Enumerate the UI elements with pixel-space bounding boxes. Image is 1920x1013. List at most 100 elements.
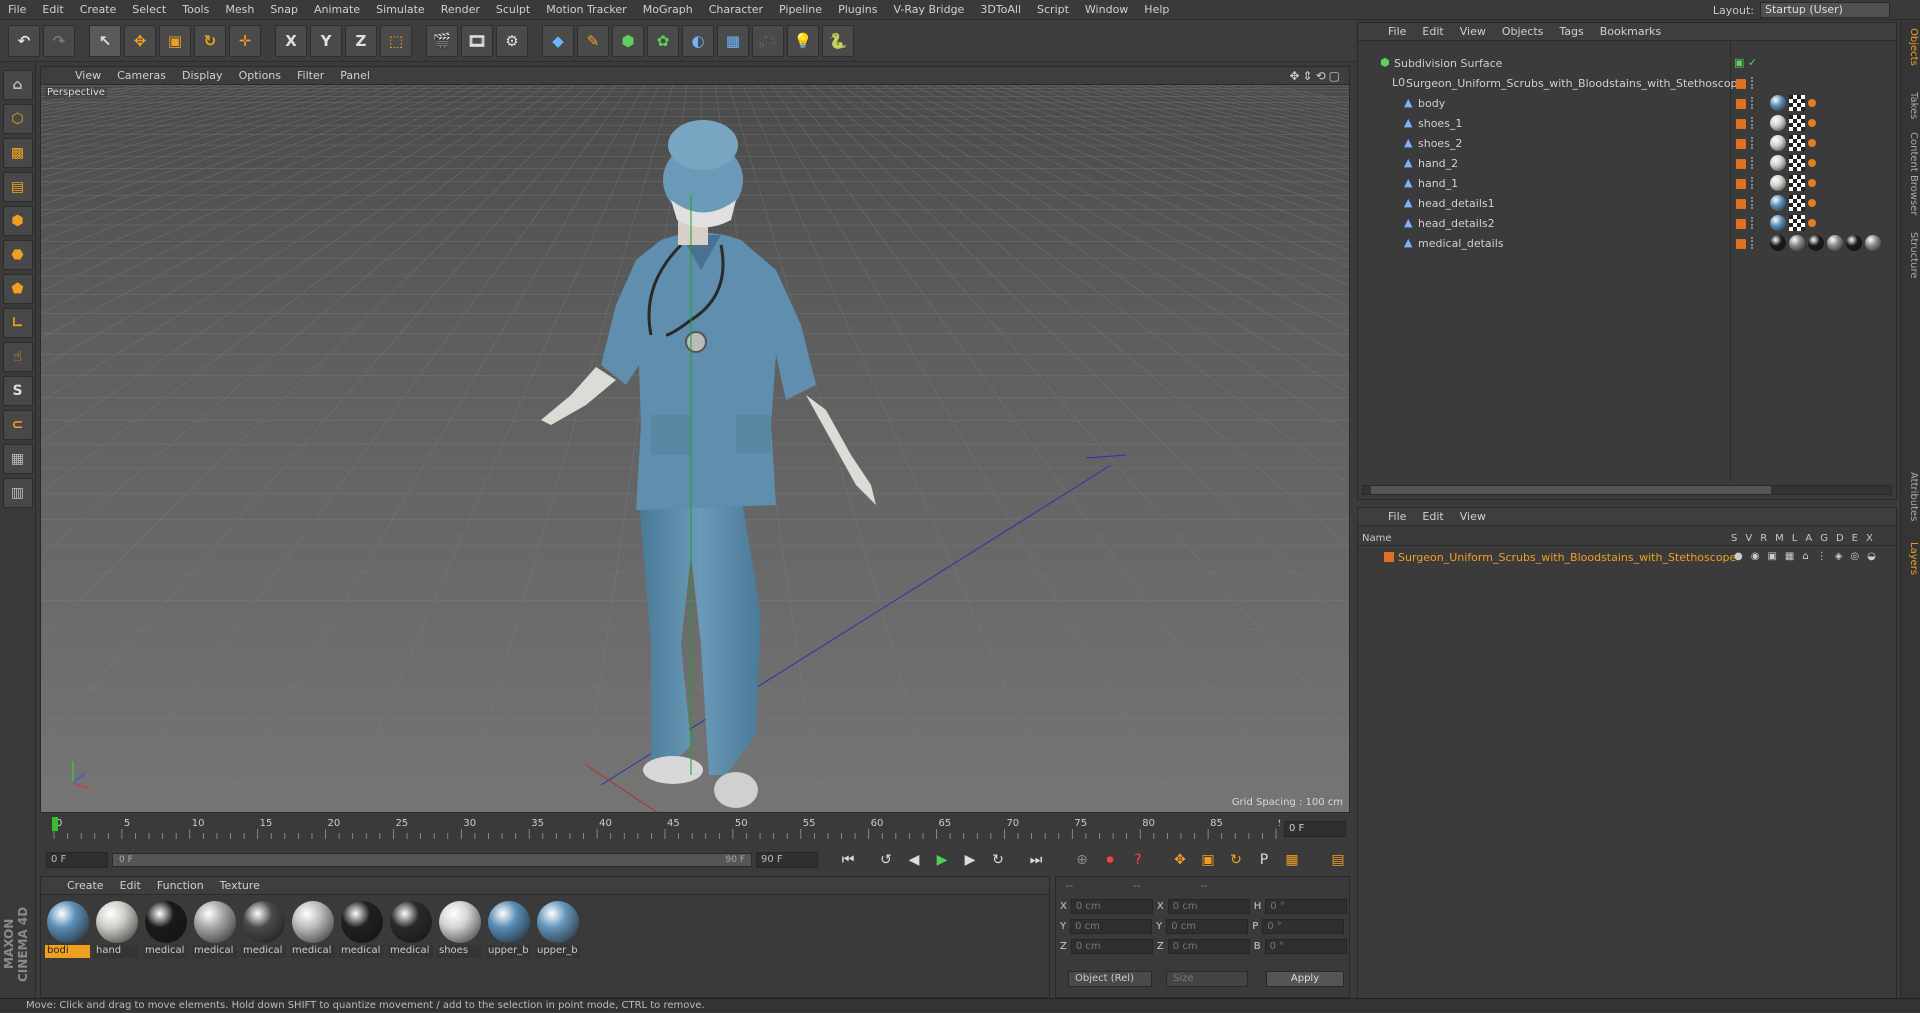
right-tab-content-browser[interactable]: Content Browser (1903, 132, 1919, 215)
motion-record-icon[interactable]: ⊕ (1070, 850, 1094, 870)
material-menu-texture[interactable]: Texture (212, 879, 268, 892)
polygon-mode-icon[interactable]: ⬟ (2, 274, 33, 304)
visibility-dots-icon[interactable] (1751, 117, 1755, 129)
object-name[interactable]: medical_details (1418, 237, 1504, 250)
viewport-menu-filter[interactable]: Filter (289, 69, 332, 82)
uvw-tag-icon[interactable] (1789, 115, 1805, 131)
menu-script[interactable]: Script (1029, 0, 1077, 20)
uvw-tag-icon[interactable] (1789, 135, 1805, 151)
material-tag-icon[interactable] (1808, 235, 1824, 251)
menu-plugins[interactable]: Plugins (830, 0, 885, 20)
viewport-menu-cameras[interactable]: Cameras (109, 69, 174, 82)
scale-tool-icon[interactable]: ▣ (159, 24, 191, 57)
object-menu-file[interactable]: File (1380, 25, 1414, 38)
object-menu-tags[interactable]: Tags (1551, 25, 1591, 38)
grid-lock-icon[interactable]: ▦ (2, 444, 33, 474)
viewport-navigation-icons[interactable]: ✥⇕⟲▢ (1289, 69, 1343, 83)
visibility-dots-icon[interactable] (1751, 237, 1755, 249)
y-axis-icon[interactable]: Y (310, 24, 342, 57)
animation-icon[interactable]: ⋮ (1817, 551, 1827, 562)
layer-toggle-icons[interactable]: ● ◉ ▣ ▦ ⌂ ⋮ ◈ ◎ ◒ (1734, 551, 1876, 562)
timeline-window-icon[interactable]: ▤ (1326, 850, 1350, 870)
object-name[interactable]: Subdivision Surface (1394, 57, 1502, 70)
menu-tools[interactable]: Tools (174, 0, 217, 20)
subdivision-icon[interactable]: ⬢ (612, 24, 644, 57)
key-parameter-icon[interactable]: P (1252, 850, 1276, 870)
object-tags[interactable] (1770, 135, 1816, 151)
material-menu-edit[interactable]: Edit (112, 879, 149, 892)
visibility-dots-icon[interactable] (1751, 97, 1755, 109)
locked-icon[interactable]: ⌂ (1802, 551, 1808, 562)
object-row[interactable]: L0 Surgeon_Uniform_Scrubs_with_Bloodstain… (1358, 73, 1898, 93)
record-active-icon[interactable]: ⏺ (1098, 850, 1122, 870)
uvw-tag-icon[interactable] (1789, 195, 1805, 211)
menu-3dtoall[interactable]: 3DToAll (972, 0, 1029, 20)
menu-create[interactable]: Create (72, 0, 125, 20)
visibility-dots-icon[interactable] (1751, 197, 1755, 209)
material-swatch[interactable]: upper_b (486, 901, 531, 958)
layer-column-g[interactable]: G (1820, 533, 1828, 544)
phong-tag-icon[interactable] (1808, 219, 1816, 227)
axis-mode-icon[interactable]: ∟ (2, 308, 33, 338)
material-tag-icon[interactable] (1770, 215, 1786, 231)
texture-mode-icon[interactable]: ▩ (2, 138, 33, 168)
object-name[interactable]: Surgeon_Uniform_Scrubs_with_Bloodstains_… (1406, 77, 1744, 90)
apply-button[interactable]: Apply (1266, 971, 1344, 987)
phong-tag-icon[interactable] (1808, 159, 1816, 167)
key-scale-icon[interactable]: ▣ (1196, 850, 1220, 870)
x-axis-icon[interactable]: X (275, 24, 307, 57)
layer-name[interactable]: Surgeon_Uniform_Scrubs_with_Bloodstains_… (1398, 551, 1736, 564)
coordinate-field[interactable]: 0 cm (1166, 919, 1249, 934)
layer-column-s[interactable]: S (1731, 533, 1737, 544)
uvw-tag-icon[interactable] (1789, 215, 1805, 231)
timeline-ruler[interactable]: 051015202530354045505560657075808590 (50, 815, 1280, 839)
object-name[interactable]: body (1418, 97, 1445, 110)
object-tags[interactable] (1770, 195, 1816, 211)
viewport-menu-display[interactable]: Display (174, 69, 231, 82)
menu-file[interactable]: File (0, 0, 34, 20)
right-tab-attributes[interactable]: Attributes (1903, 472, 1919, 521)
object-tags[interactable] (1770, 215, 1816, 231)
object-tags[interactable] (1770, 235, 1881, 251)
go-to-end-icon[interactable]: ⏭ (1024, 850, 1048, 870)
layer-column-m[interactable]: M (1775, 533, 1784, 544)
key-rotation-icon[interactable]: ↻ (1224, 850, 1248, 870)
make-editable-icon[interactable]: ⌂ (2, 70, 33, 100)
coordinate-field[interactable]: 0 cm (1167, 939, 1250, 954)
right-tab-objects[interactable]: Objects (1903, 28, 1919, 66)
object-row[interactable]: ▲ shoes_1 (1358, 113, 1898, 133)
camera-icon[interactable]: 🎥 (752, 24, 784, 57)
pen-icon[interactable]: ✎ (577, 24, 609, 57)
viewport-canvas[interactable] (41, 85, 1350, 813)
object-row[interactable]: ⬢ Subdivision Surface ▣ ✓ (1358, 53, 1898, 73)
layer-column-d[interactable]: D (1836, 533, 1844, 544)
phong-tag-icon[interactable] (1808, 199, 1816, 207)
snap-icon[interactable]: S (2, 376, 33, 406)
menu-simulate[interactable]: Simulate (368, 0, 433, 20)
end-frame-field[interactable]: 90 F (756, 852, 818, 868)
workplane-lock-icon[interactable]: ▥ (2, 478, 33, 508)
render-icon[interactable]: ▣ (1767, 551, 1776, 562)
material-swatch[interactable]: medical (192, 901, 237, 958)
key-position-icon[interactable]: ✥ (1168, 850, 1192, 870)
material-swatch[interactable]: bodi (45, 901, 90, 958)
phong-tag-icon[interactable] (1808, 179, 1816, 187)
coordinate-field[interactable]: 0 ° (1264, 939, 1347, 954)
layer-column-r[interactable]: R (1760, 533, 1767, 544)
deformers-icon[interactable]: ◎ (1850, 551, 1859, 562)
menu-pipeline[interactable]: Pipeline (771, 0, 830, 20)
layer-column-v[interactable]: V (1745, 533, 1752, 544)
layout-select[interactable]: Startup (User) (1760, 2, 1890, 18)
object-row[interactable]: ▲ medical_details (1358, 233, 1898, 253)
object-name[interactable]: hand_2 (1418, 157, 1458, 170)
material-swatch[interactable]: medical (339, 901, 384, 958)
material-swatch[interactable]: medical (290, 901, 335, 958)
visibility-dots-icon[interactable] (1751, 137, 1755, 149)
solo-icon[interactable]: ● (1734, 551, 1743, 562)
uvw-tag-icon[interactable] (1789, 155, 1805, 171)
layer-column-x[interactable]: X (1866, 533, 1873, 544)
material-tag-icon[interactable] (1770, 115, 1786, 131)
previous-key-icon[interactable]: ↺ (874, 850, 898, 870)
tweak-mode-icon[interactable]: ☝ (2, 342, 33, 372)
model-mode-icon[interactable]: ⬡ (2, 104, 33, 134)
